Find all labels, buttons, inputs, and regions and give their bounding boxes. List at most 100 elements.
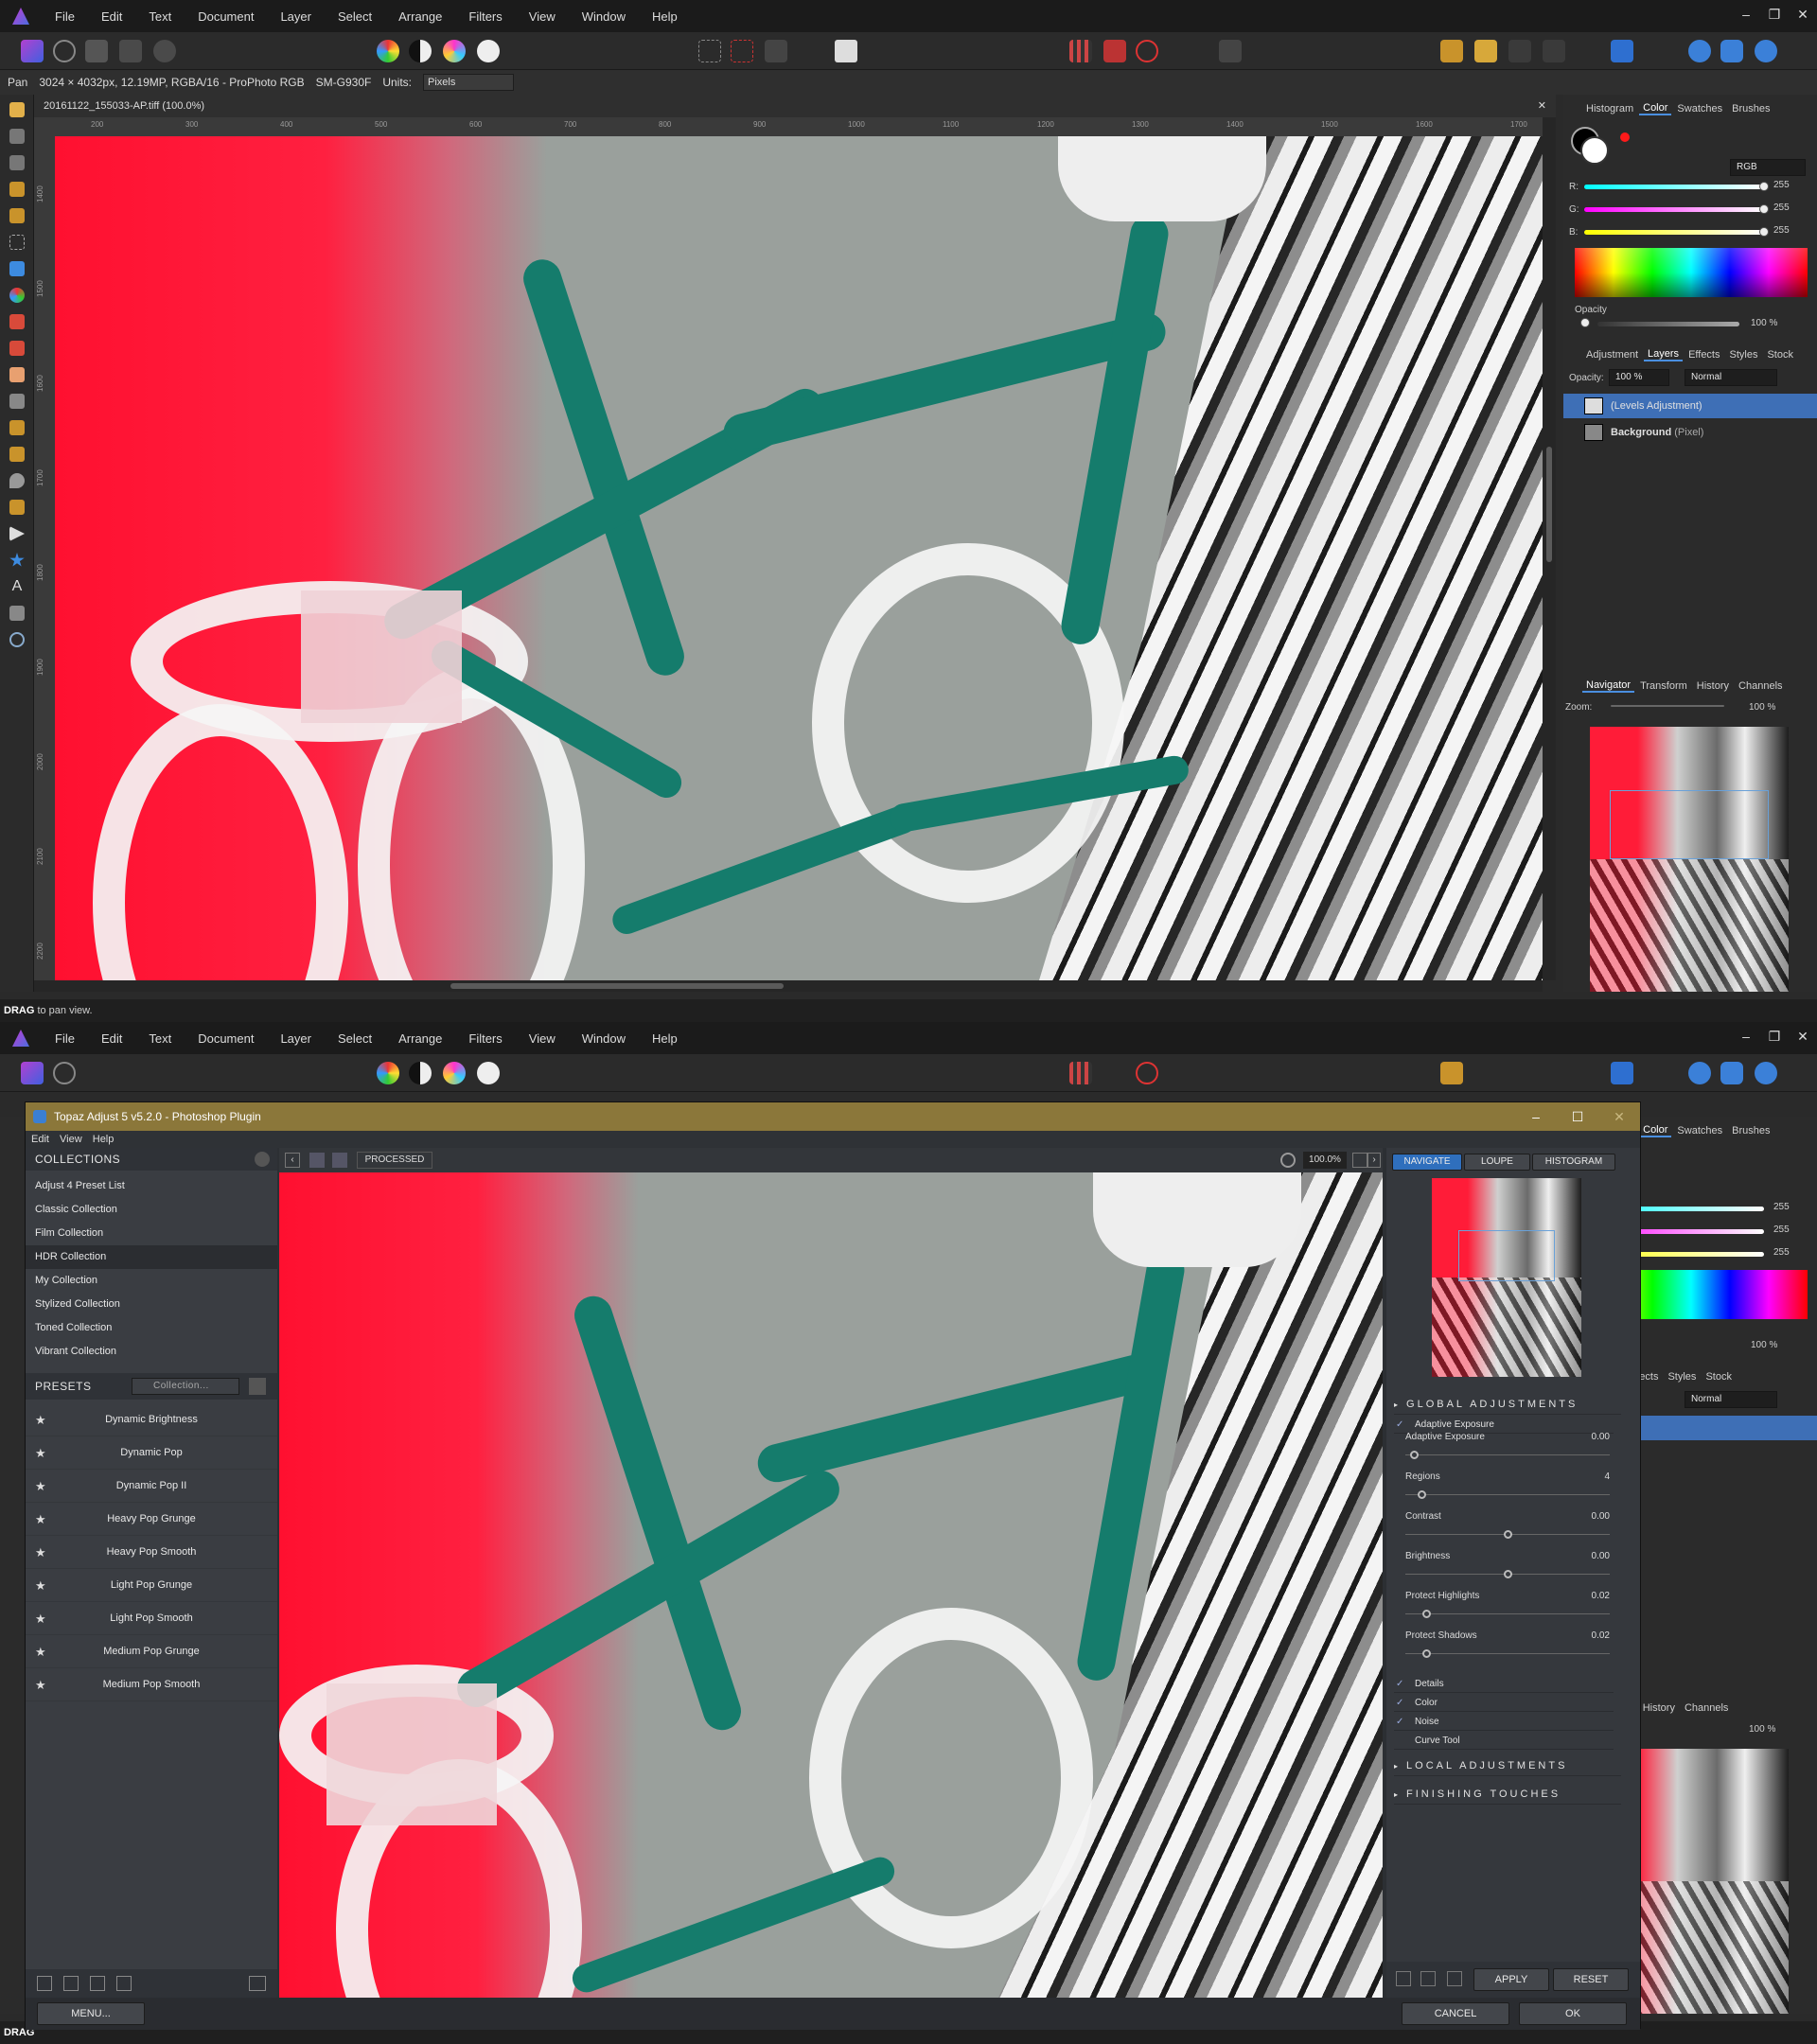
channel-r-value[interactable]: 255 [1773, 180, 1790, 190]
preset-item[interactable]: ★ Medium Pop Smooth [26, 1668, 277, 1701]
tab-transform[interactable]: Transform [1636, 680, 1691, 692]
liquify-persona-icon[interactable] [53, 40, 76, 62]
menu-select[interactable]: Select [325, 1031, 385, 1046]
layer-row-background[interactable]: Background (Pixel) [1563, 420, 1817, 445]
channel-g-value[interactable]: 255 [1773, 203, 1790, 213]
zoom-value[interactable]: 100 % [1749, 702, 1775, 713]
auto-levels-icon[interactable] [377, 1062, 399, 1084]
channel-b-knob[interactable] [1759, 227, 1769, 237]
collection-item[interactable]: My Collection [26, 1269, 277, 1293]
develop-persona-icon[interactable] [85, 40, 108, 62]
tone-mapping-persona-icon[interactable] [119, 40, 142, 62]
tab-brushes[interactable]: Brushes [1728, 103, 1773, 115]
noise-section[interactable]: ✓ Noise [1394, 1714, 1614, 1731]
channel-g-value[interactable]: 255 [1773, 1225, 1790, 1235]
invert-selection-icon[interactable] [765, 40, 787, 62]
blend-mode-select[interactable]: Normal [1685, 369, 1777, 386]
opacity-slider[interactable] [1597, 322, 1739, 326]
menu-text[interactable]: Text [135, 9, 185, 24]
assistant-icon[interactable] [1103, 40, 1126, 62]
star-icon[interactable]: ★ [35, 1602, 46, 1635]
check-icon[interactable]: ✓ [1396, 1417, 1403, 1434]
marquee-tool-icon[interactable] [9, 235, 25, 250]
chevron-right-icon[interactable]: › [1367, 1153, 1381, 1168]
export-persona-icon[interactable] [153, 40, 176, 62]
pin-icon[interactable] [1352, 1153, 1367, 1168]
preview-canvas[interactable] [279, 1172, 1383, 1998]
preset-item[interactable]: ★ Heavy Pop Smooth [26, 1536, 277, 1569]
add-preset-icon[interactable] [37, 1976, 52, 1991]
preset-item[interactable]: ★ Light Pop Smooth [26, 1602, 277, 1635]
arrange-top-icon[interactable] [1543, 40, 1565, 62]
adjustment-slider-knob[interactable] [1418, 1490, 1427, 1499]
restore-icon[interactable]: ❐ [1760, 0, 1789, 28]
menu-filters[interactable]: Filters [455, 1031, 515, 1046]
star-icon[interactable]: ★ [35, 1403, 46, 1436]
adjustment-slider-knob[interactable] [1504, 1570, 1512, 1578]
tab-swatches[interactable]: Swatches [1673, 1125, 1726, 1137]
zoom-icon[interactable] [1280, 1153, 1296, 1168]
tab-effects[interactable]: Effects [1685, 349, 1723, 361]
finishing-touches-header[interactable]: ▸ FINISHING TOUCHES [1394, 1784, 1621, 1805]
tab-stock[interactable]: Stock [1763, 349, 1797, 361]
redo-icon[interactable] [1420, 1971, 1436, 1986]
blend-mode-select[interactable]: Normal [1685, 1391, 1777, 1408]
topaz-maximize-icon[interactable]: ☐ [1557, 1102, 1598, 1131]
tab-color[interactable]: Color [1639, 102, 1672, 115]
shape-tool-icon[interactable] [9, 553, 25, 567]
details-section[interactable]: ✓ Details [1394, 1676, 1614, 1693]
collection-item[interactable]: Classic Collection [26, 1198, 277, 1222]
restore-icon[interactable]: ❐ [1760, 1022, 1789, 1050]
menu-layer[interactable]: Layer [267, 9, 325, 24]
arrange-forward-icon[interactable] [1474, 40, 1497, 62]
adjustment-slider-knob[interactable] [1504, 1530, 1512, 1539]
apply-button[interactable]: APPLY [1473, 1968, 1549, 1991]
chevron-left-icon[interactable]: ‹ [285, 1153, 300, 1168]
info-icon[interactable] [1219, 40, 1242, 62]
channel-b-slider[interactable] [1584, 230, 1764, 235]
layer-opacity-field[interactable]: 100 % [1609, 369, 1669, 386]
ok-button[interactable]: OK [1519, 2002, 1627, 2025]
star-icon[interactable]: ★ [35, 1536, 46, 1569]
channel-b-value[interactable]: 255 [1773, 225, 1790, 236]
menu-text[interactable]: Text [135, 1031, 185, 1046]
menu-button[interactable]: MENU... [37, 2002, 145, 2025]
adjustment-slider-track[interactable] [1405, 1613, 1610, 1614]
collection-item[interactable]: Vibrant Collection [26, 1340, 277, 1364]
collection-select[interactable]: Collection... [132, 1378, 239, 1395]
channel-r-slider[interactable] [1584, 185, 1764, 189]
paint-brush-icon[interactable] [9, 314, 25, 329]
auto-white-balance-icon[interactable] [477, 1062, 500, 1084]
document-canvas[interactable] [55, 136, 1543, 980]
delete-preset-icon[interactable] [63, 1976, 79, 1991]
collection-item[interactable]: Toned Collection [26, 1316, 277, 1340]
clone-brush-icon[interactable] [9, 420, 25, 435]
menu-window[interactable]: Window [569, 9, 639, 24]
tab-history[interactable]: History [1693, 680, 1733, 692]
adjustment-slider-knob[interactable] [1421, 1649, 1431, 1658]
healing-brush-icon[interactable] [9, 447, 25, 462]
adjustment-slider-track[interactable] [1405, 1494, 1610, 1495]
topaz-navigator-preview[interactable] [1432, 1178, 1581, 1377]
cancel-button[interactable]: CANCEL [1402, 2002, 1509, 2025]
menu-edit[interactable]: Edit [88, 1031, 135, 1046]
topaz-close-icon[interactable]: ✕ [1598, 1102, 1640, 1131]
adjustment-slider-knob[interactable] [1421, 1610, 1431, 1618]
menu-view[interactable]: View [516, 1031, 569, 1046]
topaz-menu-view[interactable]: View [60, 1134, 82, 1145]
auto-contrast-icon[interactable] [409, 40, 432, 62]
arrange-front-icon[interactable] [1508, 40, 1531, 62]
star-icon[interactable]: ★ [35, 1635, 46, 1668]
menu-help[interactable]: Help [639, 9, 691, 24]
color-section[interactable]: ✓ Color [1394, 1695, 1614, 1712]
marquee-mode-icon[interactable] [698, 40, 721, 62]
color-mode-select[interactable]: RGB [1730, 159, 1806, 176]
camera-icon[interactable] [249, 1976, 266, 1991]
collection-item[interactable]: Film Collection [26, 1222, 277, 1245]
global-adjustments-header[interactable]: ▸ GLOBAL ADJUSTMENTS [1394, 1394, 1621, 1415]
auto-white-balance-icon[interactable] [477, 40, 500, 62]
dodge-brush-icon[interactable] [9, 394, 25, 409]
boolean-intersect-icon[interactable] [1755, 40, 1777, 62]
tab-brushes[interactable]: Brushes [1728, 1125, 1773, 1137]
boolean-intersect-icon[interactable] [1755, 1062, 1777, 1084]
